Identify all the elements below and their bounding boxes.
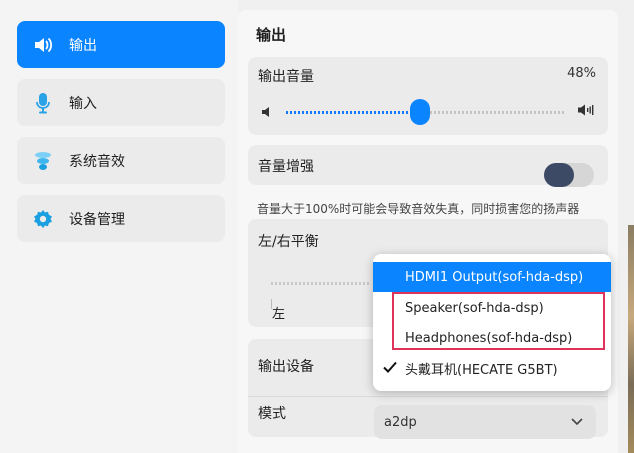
gear-icon — [31, 207, 55, 231]
boost-label: 音量增强 — [258, 159, 314, 175]
microphone-icon — [31, 91, 55, 115]
dropdown-option-speaker[interactable]: Speaker(sof-hda-dsp) — [373, 293, 611, 323]
chevron-down-icon — [570, 414, 584, 432]
mode-label: 模式 — [258, 406, 286, 422]
volume-high-icon[interactable] — [578, 102, 594, 121]
toggle-knob — [544, 163, 574, 187]
volume-label: 输出音量 — [258, 69, 314, 85]
volume-card: 输出音量 48% — [248, 57, 608, 135]
output-device-label: 输出设备 — [258, 359, 314, 375]
volume-slider-fill — [286, 111, 421, 114]
sidebar: 输出 输入 系统音效 设备管理 — [0, 0, 238, 453]
sidebar-item-device-management[interactable]: 设备管理 — [17, 195, 225, 242]
background-window-edge — [628, 225, 634, 453]
speaker-icon — [31, 33, 55, 57]
balance-tick — [271, 299, 272, 309]
dropdown-option-label: 头戴耳机(HECATE G5BT) — [405, 362, 558, 378]
sidebar-item-output[interactable]: 输出 — [17, 21, 225, 68]
balance-label: 左/右平衡 — [258, 234, 319, 250]
boost-toggle[interactable] — [544, 163, 594, 187]
sidebar-item-label: 输入 — [69, 95, 97, 112]
check-icon — [382, 359, 398, 379]
volume-low-icon[interactable] — [262, 103, 272, 122]
dropdown-option-headset[interactable]: 头戴耳机(HECATE G5BT) — [373, 353, 611, 383]
balance-left-label: 左 — [272, 307, 286, 322]
dropdown-option-label: Headphones(sof-hda-dsp) — [405, 330, 573, 346]
volume-value: 48% — [567, 66, 596, 81]
dropdown-option-label: Speaker(sof-hda-dsp) — [405, 300, 544, 316]
sidebar-item-label: 输出 — [69, 37, 97, 54]
divider — [248, 396, 608, 397]
mode-select-value: a2dp — [384, 414, 417, 430]
dropdown-option-hdmi[interactable]: HDMI1 Output(sof-hda-dsp) — [373, 262, 611, 292]
boost-warning-text: 音量大于100%时可能会导致音效失真，同时损害您的扬声器 — [257, 202, 580, 216]
sidebar-item-sound-effects[interactable]: 系统音效 — [17, 137, 225, 184]
balance-slider-track[interactable] — [271, 282, 371, 285]
sidebar-item-label: 设备管理 — [69, 211, 125, 228]
output-device-dropdown: HDMI1 Output(sof-hda-dsp) Speaker(sof-hd… — [373, 254, 611, 391]
dropdown-option-label: HDMI1 Output(sof-hda-dsp) — [405, 269, 584, 285]
volume-slider-thumb[interactable] — [410, 99, 431, 125]
sidebar-item-input[interactable]: 输入 — [17, 79, 225, 126]
mode-select[interactable]: a2dp — [374, 405, 596, 439]
sidebar-item-label: 系统音效 — [69, 153, 125, 170]
page-title: 输出 — [256, 26, 287, 44]
dropdown-option-headphones[interactable]: Headphones(sof-hda-dsp) — [373, 323, 611, 353]
sound-effects-icon — [31, 149, 55, 173]
